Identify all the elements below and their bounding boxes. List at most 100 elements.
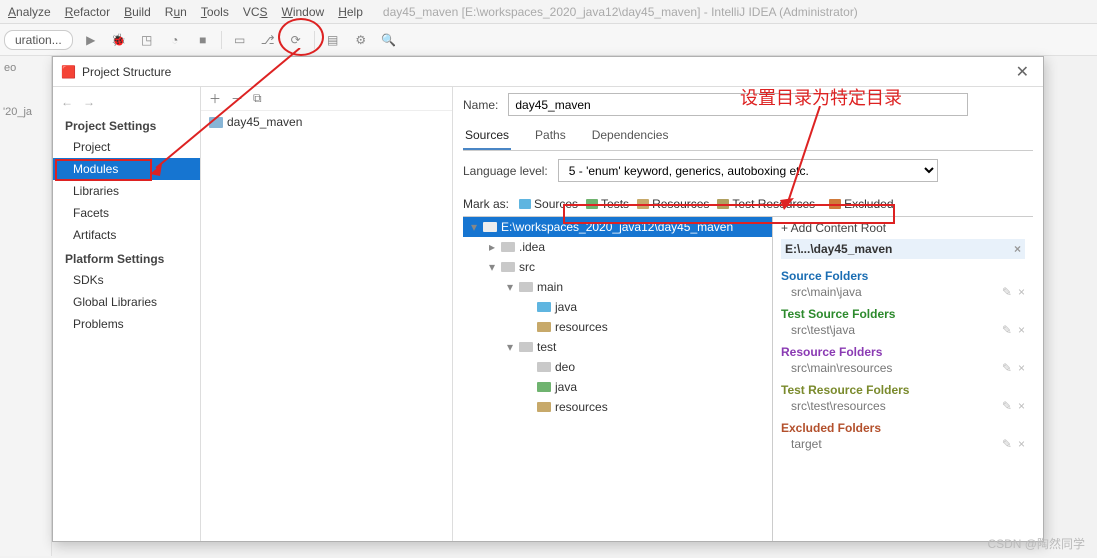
remove-icon[interactable]: × — [1018, 399, 1025, 413]
tree-node[interactable]: deo — [463, 357, 772, 377]
tree-node[interactable]: ▾test — [463, 337, 772, 357]
menu-window[interactable]: Window — [282, 5, 325, 19]
mark-sources[interactable]: Sources — [515, 196, 582, 212]
project-structure-icon[interactable]: ▤ — [323, 30, 343, 50]
module-item[interactable]: day45_maven — [201, 111, 452, 133]
tab-dependencies[interactable]: Dependencies — [590, 124, 671, 150]
mark-as-label: Mark as: — [463, 197, 509, 211]
module-detail-panel: Name: Sources Paths Dependencies Language … — [453, 87, 1043, 541]
folder-item[interactable]: src\main\resources✎× — [781, 359, 1025, 377]
module-list-panel: ＋ － ⧉ day45_maven — [201, 87, 453, 541]
settings-icon[interactable]: ⚙ — [351, 30, 371, 50]
coverage-icon[interactable]: ◳ — [137, 30, 157, 50]
module-icon — [209, 117, 223, 128]
nav-item-libraries[interactable]: Libraries — [53, 180, 200, 202]
menu-tools[interactable]: Tools — [201, 5, 229, 19]
tree-root[interactable]: ▾ E:\workspaces_2020_java12\day45_maven — [463, 217, 772, 237]
nav-item-global-libraries[interactable]: Global Libraries — [53, 291, 200, 313]
menu-refactor[interactable]: Refactor — [65, 5, 110, 19]
remove-root-icon[interactable]: × — [1014, 242, 1021, 256]
add-icon[interactable]: ＋ — [209, 90, 221, 107]
folder-header: Test Resource Folders — [781, 377, 1025, 397]
project-structure-dialog: 🟥 Project Structure ✕ ← → Project Settin… — [52, 56, 1044, 542]
menu-build[interactable]: Build — [124, 5, 151, 19]
device-icon[interactable]: ▭ — [230, 30, 250, 50]
remove-icon[interactable]: × — [1018, 323, 1025, 337]
menu-analyze[interactable]: Analyze — [8, 5, 51, 19]
folder-header: Resource Folders — [781, 339, 1025, 359]
copy-icon[interactable]: ⧉ — [253, 91, 262, 106]
remove-icon[interactable]: × — [1018, 285, 1025, 299]
mark-resources[interactable]: Resources — [633, 196, 713, 212]
module-label: day45_maven — [227, 115, 302, 129]
edit-icon[interactable]: ✎ — [1002, 285, 1012, 299]
menu-help[interactable]: Help — [338, 5, 363, 19]
nav-item-artifacts[interactable]: Artifacts — [53, 224, 200, 246]
tree-node[interactable]: ▸.idea — [463, 237, 772, 257]
main-toolbar: uration... ▶ 🐞 ◳ ◔ ■ ▭ ⎇ ⟳ ▤ ⚙ 🔍 — [0, 24, 1097, 56]
mark-test-resources[interactable]: Test Resources — [713, 196, 819, 212]
vcs-icon[interactable]: ⎇ — [258, 30, 278, 50]
settings-nav: ← → Project SettingsProjectModulesLibrar… — [53, 87, 201, 541]
name-label: Name: — [463, 98, 498, 112]
menu-vcs[interactable]: VCS — [243, 5, 268, 19]
remove-icon[interactable]: × — [1018, 437, 1025, 451]
search-icon[interactable]: 🔍 — [379, 30, 399, 50]
nav-header: Project Settings — [53, 113, 200, 136]
dialog-titlebar: 🟥 Project Structure ✕ — [53, 57, 1043, 87]
nav-item-problems[interactable]: Problems — [53, 313, 200, 335]
window-title: day45_maven [E:\workspaces_2020_java12\d… — [383, 5, 858, 19]
left-gutter: eo — [0, 56, 52, 556]
content-root-path[interactable]: E:\...\day45_maven× — [781, 239, 1025, 259]
nav-item-project[interactable]: Project — [53, 136, 200, 158]
folder-item[interactable]: target✎× — [781, 435, 1025, 453]
run-icon[interactable]: ▶ — [81, 30, 101, 50]
source-tree[interactable]: ▾ E:\workspaces_2020_java12\day45_maven … — [463, 217, 773, 541]
run-config-dropdown[interactable]: uration... — [4, 30, 73, 50]
folder-item[interactable]: src\test\java✎× — [781, 321, 1025, 339]
nav-item-facets[interactable]: Facets — [53, 202, 200, 224]
close-icon[interactable]: ✕ — [1010, 62, 1035, 82]
tab-paths[interactable]: Paths — [533, 124, 568, 150]
tree-node[interactable]: java — [463, 297, 772, 317]
stop-icon[interactable]: ■ — [193, 30, 213, 50]
dialog-title: Project Structure — [82, 65, 171, 79]
content-roots-panel: + Add Content Root E:\...\day45_maven× S… — [773, 217, 1033, 541]
tree-node[interactable]: resources — [463, 317, 772, 337]
tab-sources[interactable]: Sources — [463, 124, 511, 150]
debug-icon[interactable]: 🐞 — [109, 30, 129, 50]
tree-node[interactable]: resources — [463, 397, 772, 417]
tree-node[interactable]: ▾main — [463, 277, 772, 297]
gutter-tab[interactable]: eo — [0, 60, 51, 76]
mark-excluded[interactable]: Excluded — [825, 196, 897, 212]
module-name-input[interactable] — [508, 93, 968, 116]
folder-header: Excluded Folders — [781, 415, 1025, 435]
remove-icon[interactable]: × — [1018, 361, 1025, 375]
edit-icon[interactable]: ✎ — [1002, 399, 1012, 413]
nav-item-modules[interactable]: Modules — [53, 158, 200, 180]
remove-icon[interactable]: － — [231, 90, 243, 107]
language-level-label: Language level: — [463, 164, 548, 178]
add-content-root[interactable]: + Add Content Root — [781, 221, 1025, 239]
profile-icon[interactable]: ◔ — [165, 30, 185, 50]
sync-icon[interactable]: ⟳ — [286, 30, 306, 50]
nav-item-sdks[interactable]: SDKs — [53, 269, 200, 291]
tree-node[interactable]: java — [463, 377, 772, 397]
edit-icon[interactable]: ✎ — [1002, 361, 1012, 375]
nav-header: Platform Settings — [53, 246, 200, 269]
edit-icon[interactable]: ✎ — [1002, 323, 1012, 337]
main-menubar: Analyze Refactor Build Run Tools VCS Win… — [0, 0, 1097, 24]
gutter-crumb: '20_ja — [3, 106, 32, 118]
folder-item[interactable]: src\main\java✎× — [781, 283, 1025, 301]
mark-tests[interactable]: Tests — [582, 196, 633, 212]
module-tabs: Sources Paths Dependencies — [463, 124, 1033, 151]
watermark: CSDN @陶然同学 — [987, 535, 1085, 552]
folder-header: Test Source Folders — [781, 301, 1025, 321]
menu-run[interactable]: Run — [165, 5, 187, 19]
edit-icon[interactable]: ✎ — [1002, 437, 1012, 451]
tree-node[interactable]: ▾src — [463, 257, 772, 277]
folder-item[interactable]: src\test\resources✎× — [781, 397, 1025, 415]
idea-icon: 🟥 — [61, 65, 76, 79]
language-level-select[interactable]: 5 - 'enum' keyword, generics, autoboxing… — [558, 159, 938, 182]
nav-history[interactable]: ← → — [53, 91, 200, 113]
